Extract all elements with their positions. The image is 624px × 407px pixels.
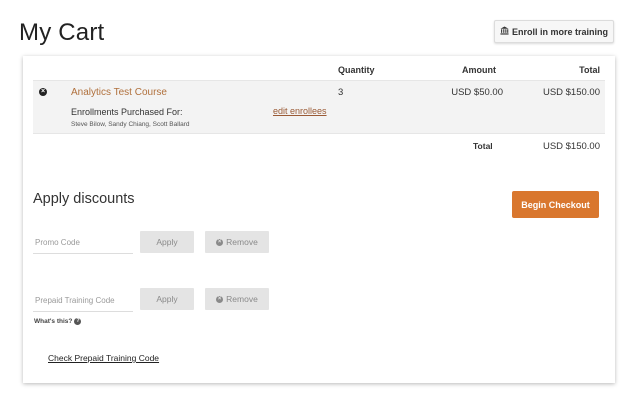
check-prepaid-code-link[interactable]: Check Prepaid Training Code: [48, 353, 159, 363]
discounts-title: Apply discounts: [33, 191, 135, 207]
enrollee-names: Steve Bilow, Sandy Chiang, Scott Ballard: [71, 121, 190, 128]
promo-code-input[interactable]: [33, 232, 133, 254]
total-cell: USD $150.00: [542, 87, 600, 98]
apply-prepaid-button[interactable]: Apply: [140, 288, 194, 310]
enrollments-label: Enrollments Purchased For:: [71, 107, 183, 117]
question-circle-icon[interactable]: ?: [74, 318, 82, 325]
page-title: My Cart: [19, 19, 105, 46]
whats-this-help[interactable]: What's this? ?: [34, 318, 82, 325]
cart-card: Quantity Amount Total × Analytics Test C…: [23, 56, 615, 383]
institution-icon: [500, 26, 509, 37]
apply-promo-button[interactable]: Apply: [140, 231, 194, 253]
remove-item-icon[interactable]: ×: [39, 88, 47, 96]
column-header-total: Total: [579, 65, 600, 75]
course-link[interactable]: Analytics Test Course: [71, 87, 167, 98]
remove-prepaid-label: Remove: [226, 294, 258, 304]
prepaid-code-input[interactable]: [33, 290, 133, 312]
grand-total-value: USD $150.00: [542, 141, 600, 152]
enroll-more-training-label: Enroll in more training: [511, 26, 608, 37]
remove-icon: ×: [216, 295, 224, 303]
remove-prepaid-button[interactable]: × Remove: [205, 288, 269, 310]
column-header-quantity: Quantity: [338, 65, 375, 75]
remove-icon: ×: [216, 238, 224, 246]
remove-promo-label: Remove: [226, 237, 258, 247]
whats-this-label: What's this?: [34, 318, 73, 325]
quantity-cell: 3: [338, 87, 344, 98]
begin-checkout-button[interactable]: Begin Checkout: [512, 191, 599, 218]
enroll-more-training-button[interactable]: Enroll in more training: [494, 20, 614, 43]
edit-enrollees-link[interactable]: edit enrollees: [273, 106, 327, 116]
column-header-amount: Amount: [462, 65, 496, 75]
remove-promo-button[interactable]: × Remove: [205, 231, 269, 253]
amount-cell: USD $50.00: [451, 87, 503, 98]
grand-total-label: Total: [473, 141, 493, 151]
